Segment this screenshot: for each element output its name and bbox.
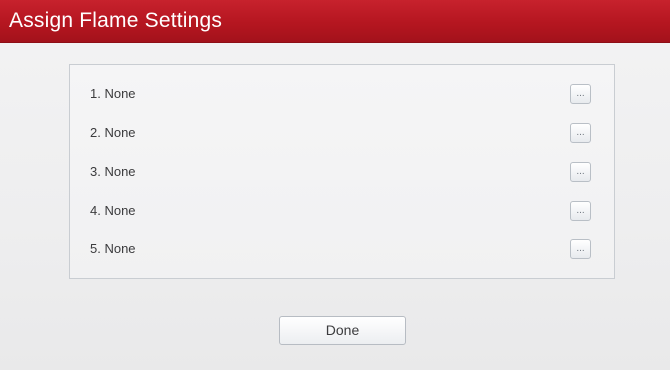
flame-slot-1: 1. None ... xyxy=(70,74,614,114)
title-bar: Assign Flame Settings xyxy=(0,0,670,43)
flame-slot-2: 2. None ... xyxy=(70,113,614,153)
done-button[interactable]: Done xyxy=(279,316,406,345)
flame-slot-4-label: 4. None xyxy=(90,203,136,218)
flame-slot-5-more-button[interactable]: ... xyxy=(570,239,591,259)
flame-slot-1-label: 1. None xyxy=(90,86,136,101)
flame-slot-3-more-button[interactable]: ... xyxy=(570,162,591,182)
flame-slot-5-label: 5. None xyxy=(90,241,136,256)
flame-slot-3: 3. None ... xyxy=(70,152,614,192)
flame-slot-list: 1. None ... 2. None ... 3. None ... 4. N… xyxy=(69,64,615,279)
dialog-title: Assign Flame Settings xyxy=(9,9,223,32)
flame-slot-2-more-button[interactable]: ... xyxy=(570,123,591,143)
flame-slot-1-more-button[interactable]: ... xyxy=(570,84,591,104)
flame-slot-4: 4. None ... xyxy=(70,191,614,231)
flame-slot-5: 5. None ... xyxy=(70,229,614,269)
flame-slot-2-label: 2. None xyxy=(90,125,136,140)
flame-slot-4-more-button[interactable]: ... xyxy=(570,201,591,221)
assign-flame-settings-screen: Assign Flame Settings 1. None ... 2. Non… xyxy=(0,0,670,370)
flame-slot-3-label: 3. None xyxy=(90,164,136,179)
